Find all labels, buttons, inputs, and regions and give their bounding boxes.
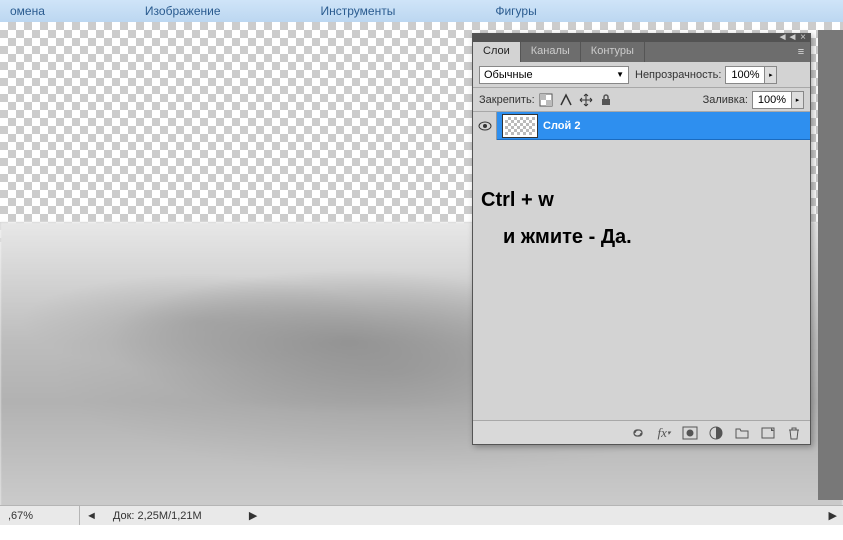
lock-row: Закрепить: Заливка: 100%▸: [473, 88, 810, 112]
opacity-input[interactable]: 100%: [725, 66, 765, 84]
layers-panel: ◄◄ × Слои Каналы Контуры ≡ Обычные ▼ Неп…: [472, 33, 811, 445]
opacity-label: Непрозрачность:: [635, 69, 721, 81]
doc-menu-icon[interactable]: ▶: [249, 509, 257, 522]
eye-icon: [478, 121, 492, 131]
link-layers-icon[interactable]: [630, 425, 646, 441]
menu-item[interactable]: Изображение: [145, 4, 221, 18]
instruction-text-1: Ctrl + w: [481, 189, 554, 212]
lock-image-icon[interactable]: [559, 93, 573, 107]
blend-mode-select[interactable]: Обычные ▼: [479, 66, 629, 84]
new-layer-icon[interactable]: [760, 425, 776, 441]
lock-position-icon[interactable]: [579, 93, 593, 107]
menubar: омена Изображение Инструменты Фигуры: [0, 0, 843, 22]
lock-transparency-icon[interactable]: [539, 93, 553, 107]
adjustment-layer-icon[interactable]: [708, 425, 724, 441]
blend-mode-value: Обычные: [484, 69, 533, 81]
layer-name[interactable]: Слой 2: [543, 120, 580, 132]
layer-thumbnail[interactable]: [503, 115, 537, 137]
visibility-toggle[interactable]: [473, 112, 497, 140]
zoom-field[interactable]: ,67%: [0, 506, 80, 525]
tab-paths[interactable]: Контуры: [581, 42, 645, 62]
panel-titlebar[interactable]: ◄◄ ×: [473, 34, 810, 42]
tab-layers[interactable]: Слои: [473, 42, 521, 62]
new-group-icon[interactable]: [734, 425, 750, 441]
opacity-slider-icon[interactable]: ▸: [765, 66, 777, 84]
fill-slider-icon[interactable]: ▸: [792, 91, 804, 109]
chevron-down-icon: ▼: [616, 70, 624, 79]
lock-all-icon[interactable]: [599, 93, 613, 107]
tab-channels[interactable]: Каналы: [521, 42, 581, 62]
scroll-left-icon[interactable]: ◄: [80, 510, 103, 522]
fill-input[interactable]: 100%: [752, 91, 792, 109]
scroll-right-icon[interactable]: ▶: [823, 509, 843, 522]
fill-label: Заливка:: [703, 94, 748, 106]
workspace-background: [818, 30, 843, 500]
statusbar: ,67% ◄ Док: 2,25M/1,21M ▶ ▶: [0, 505, 843, 525]
panel-footer: fx▾: [473, 420, 810, 444]
delete-layer-icon[interactable]: [786, 425, 802, 441]
menu-item[interactable]: Инструменты: [321, 4, 396, 18]
panel-menu-icon[interactable]: ≡: [792, 42, 810, 62]
document-size[interactable]: Док: 2,25M/1,21M: [103, 510, 243, 522]
menu-item[interactable]: омена: [10, 4, 45, 18]
panel-tabs: Слои Каналы Контуры ≡: [473, 42, 810, 62]
blend-row: Обычные ▼ Непрозрачность: 100%▸: [473, 62, 810, 88]
lock-label: Закрепить:: [479, 94, 535, 106]
instruction-text-2: и жмите - Да.: [503, 226, 632, 249]
panel-collapse-icon[interactable]: ◄◄ ×: [778, 32, 806, 43]
menu-item[interactable]: Фигуры: [495, 4, 536, 18]
add-mask-icon[interactable]: [682, 425, 698, 441]
layer-row[interactable]: Слой 2: [473, 112, 810, 140]
layer-style-icon[interactable]: fx▾: [656, 425, 672, 441]
